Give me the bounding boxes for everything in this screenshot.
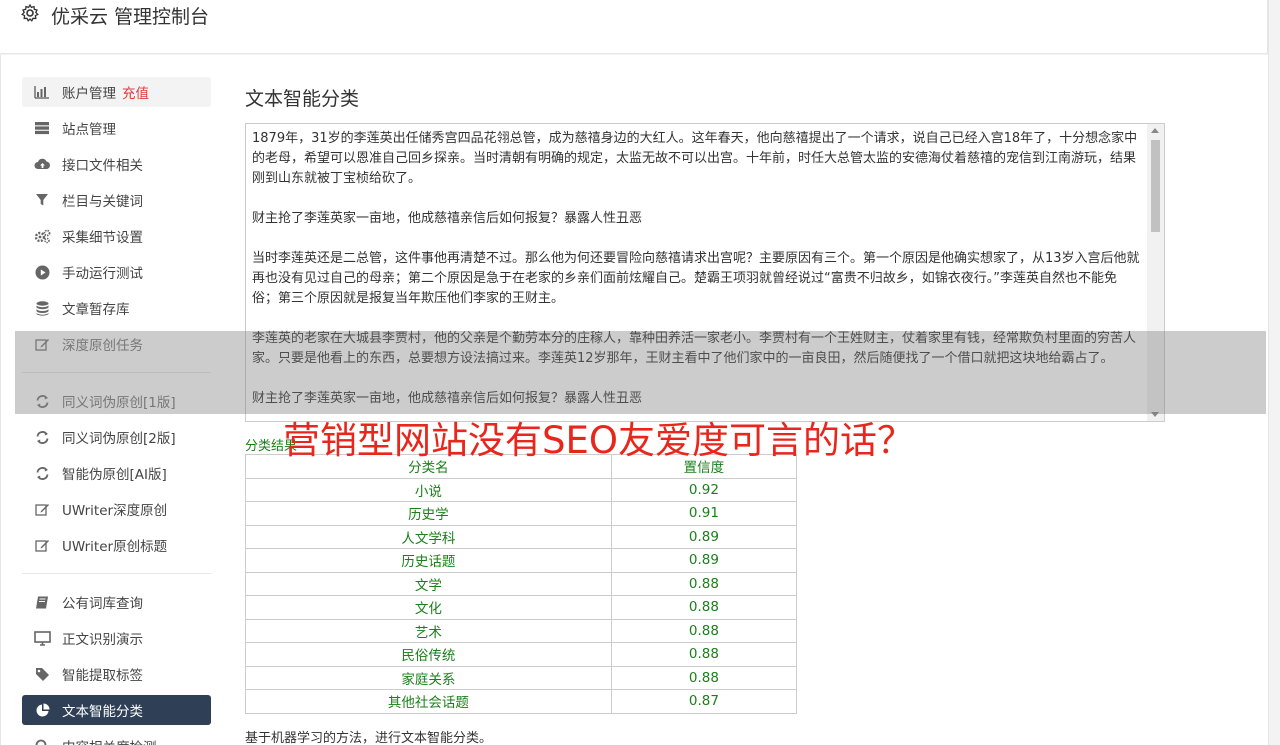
- category-cell: 其他社会话题: [245, 689, 612, 714]
- page-title: 文本智能分类: [245, 88, 360, 110]
- sidebar-item-uwriter-deep[interactable]: UWriter深度原创: [22, 494, 211, 524]
- table-row: 其他社会话题 0.87: [245, 689, 798, 714]
- table-row: 家庭关系 0.88: [245, 665, 798, 690]
- search-icon: [33, 737, 51, 745]
- sidebar-item-label: 文章暂存库: [62, 302, 130, 318]
- sidebar-item-columns-keywords[interactable]: 栏目与关键词: [22, 185, 211, 215]
- gear-icon[interactable]: [20, 3, 40, 23]
- sidebar-item-label: UWriter深度原创: [62, 503, 168, 519]
- refresh-icon: [33, 464, 51, 482]
- refresh-icon: [33, 428, 51, 446]
- book-icon: [33, 593, 51, 611]
- category-cell: 艺术: [245, 618, 612, 643]
- database-icon: [33, 299, 51, 317]
- sidebar-item-label: 采集细节设置: [62, 230, 143, 246]
- sidebar-item-interface-files[interactable]: 接口文件相关: [22, 149, 211, 179]
- sidebar-item-label: 账户管理: [62, 86, 116, 102]
- sidebar-item-sites[interactable]: 站点管理: [22, 113, 211, 143]
- classification-table: 分类名 置信度 小说 0.92 历史学 0.91 人文学科 0.89 历史话题 0.89…: [245, 454, 798, 714]
- sidebar-item-article-storage[interactable]: 文章暂存库: [22, 293, 211, 323]
- paragraph: 1879年，31岁的李莲英出任储秀宫四品花翎总管，成为慈禧身边的大红人。这年春天…: [252, 131, 1138, 186]
- server-icon: [33, 119, 51, 137]
- table-row: 小说 0.92: [245, 477, 798, 502]
- sidebar-item-label: 同义词伪原创[2版]: [62, 431, 176, 447]
- cogs-icon: [33, 227, 51, 245]
- sidebar-item-tag-extract[interactable]: 智能提取标签: [22, 659, 211, 689]
- sidebar-item-label: 手动运行测试: [62, 266, 143, 282]
- sidebar-item-synonym-v2[interactable]: 同义词伪原创[2版]: [22, 422, 211, 452]
- table-row: 历史学 0.91: [245, 501, 798, 526]
- table-row: 艺术 0.88: [245, 618, 798, 643]
- sidebar-item-label: 文本智能分类: [62, 704, 143, 720]
- sidebar-divider: [22, 573, 211, 574]
- table-row: 民俗传统 0.88: [245, 642, 798, 667]
- overlay-banner-text: 营销型网站没有SEO友爱度可言的话？: [283, 419, 914, 462]
- sidebar-item-label: 栏目与关键词: [62, 194, 143, 210]
- sidebar-item-label: 内容相关度检测: [62, 736, 157, 745]
- confidence-cell: 0.88: [610, 618, 798, 643]
- feature-description: 基于机器学习的方法，进行文本智能分类。: [245, 731, 493, 745]
- confidence-cell: 0.88: [610, 642, 798, 667]
- confidence-cell: 0.89: [610, 524, 798, 549]
- tag-icon: [33, 665, 51, 683]
- sidebar-item-label: 站点管理: [62, 122, 116, 138]
- category-cell: 民俗传统: [245, 642, 612, 667]
- page-scrollbar[interactable]: [1268, 0, 1280, 745]
- table-row: 历史话题 0.89: [245, 548, 798, 573]
- confidence-cell: 0.88: [610, 665, 798, 690]
- confidence-cell: 0.88: [610, 595, 798, 620]
- sidebar-item-uwriter-title[interactable]: UWriter原创标题: [22, 530, 211, 560]
- sidebar-item-ai-rewrite[interactable]: 智能伪原创[AI版]: [22, 458, 211, 488]
- table-row: 人文学科 0.89: [245, 524, 798, 549]
- recharge-link[interactable]: 充值: [122, 82, 149, 102]
- confidence-cell: 0.92: [610, 477, 798, 502]
- sidebar-item-label: 智能伪原创[AI版]: [62, 467, 167, 483]
- category-cell: 文化: [245, 595, 612, 620]
- sidebar-item-account[interactable]: 账户管理 充值: [22, 77, 211, 107]
- sidebar-item-label: 公有词库查询: [62, 596, 143, 612]
- category-cell: 家庭关系: [245, 665, 612, 690]
- paragraph: 当时李莲英还是二总管，这件事他再清楚不过。那么他为何还要冒险向慈禧请求出宫呢？主…: [252, 251, 1140, 306]
- edit-icon: [33, 536, 51, 554]
- sidebar-item-text-classify[interactable]: 文本智能分类: [22, 695, 211, 725]
- sidebar-item-manual-run[interactable]: 手动运行测试: [22, 257, 211, 287]
- play-circle-icon: [33, 263, 51, 281]
- paragraph: 财主抢了李莲英家一亩地，他成慈禧亲信后如何报复？暴露人性丑恶: [252, 211, 643, 226]
- sidebar-item-label: 智能提取标签: [62, 668, 143, 684]
- category-cell: 人文学科: [245, 524, 612, 549]
- sidebar-item-label: 接口文件相关: [62, 158, 143, 174]
- sidebar-item-relevance-check[interactable]: 内容相关度检测: [22, 731, 211, 745]
- category-cell: 历史学: [245, 501, 612, 526]
- sidebar-item-public-dictionary[interactable]: 公有词库查询: [22, 587, 211, 617]
- confidence-cell: 0.88: [610, 571, 798, 596]
- sidebar-item-text-recognition[interactable]: 正文识别演示: [22, 623, 211, 653]
- sidebar-item-collect-settings[interactable]: 采集细节设置: [22, 221, 211, 251]
- table-row: 文化 0.88: [245, 595, 798, 620]
- monitor-icon: [33, 629, 51, 647]
- sidebar-item-label: 正文识别演示: [62, 632, 143, 648]
- bar-chart-icon: [33, 83, 51, 101]
- top-header: 优采云 管理控制台: [0, 0, 1268, 54]
- cloud-upload-icon: [33, 155, 51, 173]
- confidence-cell: 0.89: [610, 548, 798, 573]
- console-title: 优采云 管理控制台: [51, 6, 210, 28]
- pie-chart-icon: [33, 701, 51, 719]
- overlay-band: [15, 331, 1266, 414]
- confidence-cell: 0.91: [610, 501, 798, 526]
- category-cell: 小说: [245, 477, 612, 502]
- category-cell: 历史话题: [245, 548, 612, 573]
- scrollbar-thumb[interactable]: [1151, 140, 1160, 232]
- filter-icon: [33, 191, 51, 209]
- confidence-cell: 0.87: [610, 689, 798, 714]
- sidebar-item-label: UWriter原创标题: [62, 539, 168, 555]
- edit-icon: [33, 500, 51, 518]
- category-cell: 文学: [245, 571, 612, 596]
- scroll-up-arrow-icon[interactable]: [1151, 128, 1159, 133]
- table-row: 文学 0.88: [245, 571, 798, 596]
